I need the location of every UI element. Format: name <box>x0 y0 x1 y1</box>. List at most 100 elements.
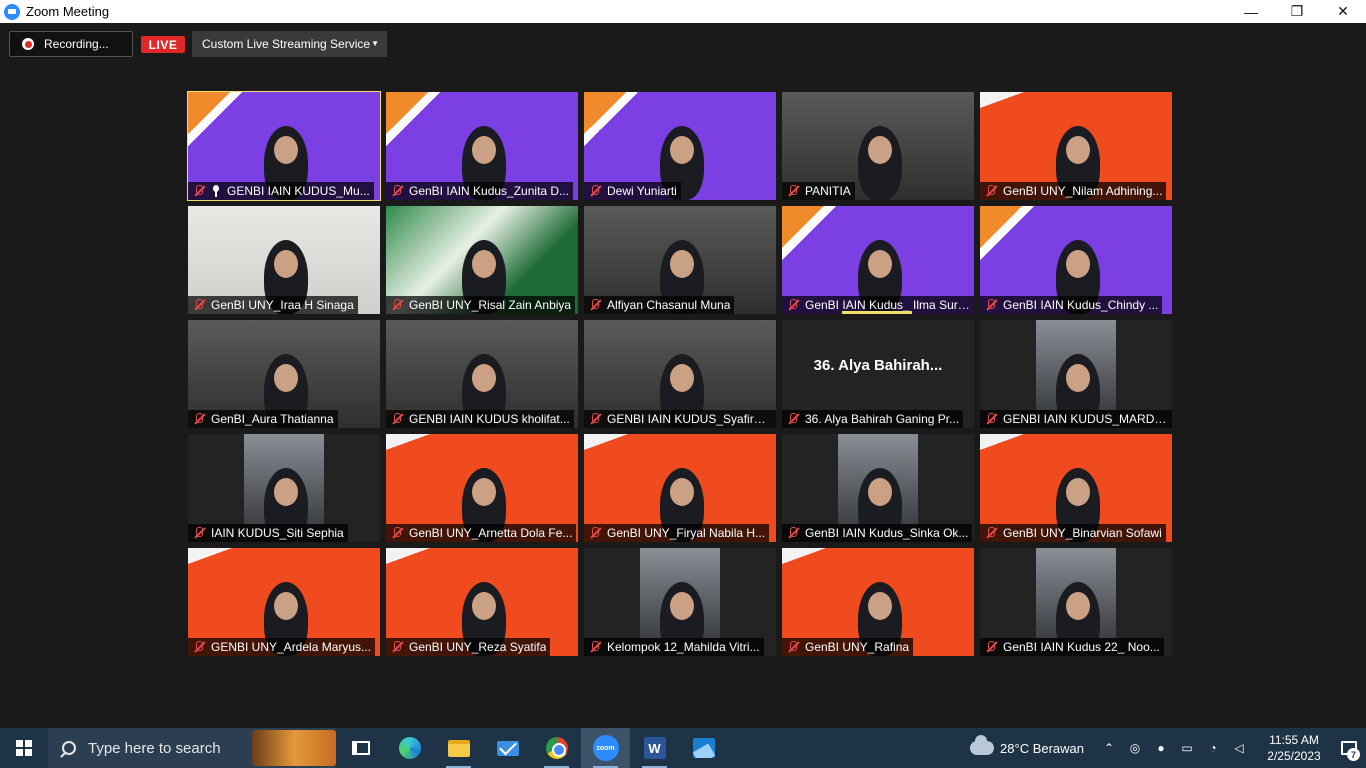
participant-name: GENBI IAIN KUDUS_Mu... <box>227 184 370 198</box>
participant-tile[interactable]: Alfiyan Chasanul Muna <box>584 206 776 314</box>
taskbar-search-box[interactable]: Type here to search <box>48 728 336 768</box>
participant-name: GenBI IAIN Kudus 22_ Noo... <box>1003 640 1160 654</box>
participant-name: IAIN KUDUS_Siti Sephia <box>211 526 344 540</box>
participant-tile[interactable]: GenBI IAIN Kudus_Zunita D... <box>386 92 578 200</box>
mic-muted-icon <box>192 641 206 653</box>
participant-name: GenBI UNY_Binarvian Sofawi <box>1003 526 1162 540</box>
participant-face <box>868 136 892 164</box>
participant-nameplate: PANITIA <box>782 182 855 200</box>
mail-icon <box>496 740 519 756</box>
participant-tile[interactable]: GENBI IAIN KUDUS kholifat... <box>386 320 578 428</box>
mic-muted-icon <box>786 413 800 425</box>
participant-name: GenBI IAIN Kudus_Sinka Ok... <box>805 526 969 540</box>
task-view-button[interactable] <box>336 728 385 768</box>
participant-name: GenBI_Aura Thatianna <box>211 412 334 426</box>
participant-nameplate: GenBI UNY_Rafina <box>782 638 914 656</box>
gallery-view: GENBI IAIN KUDUS_Mu... GenBI IAIN Kudus_Z… <box>187 91 1178 658</box>
caret-down-icon: ▼ <box>371 39 379 48</box>
zoom-icon: zoom <box>592 735 619 761</box>
participant-tile[interactable]: GenBI UNY_Arnetta Dola Fe... <box>386 434 578 542</box>
participant-tile[interactable]: GENBI IAIN KUDUS_MARDL... <box>980 320 1172 428</box>
mic-muted-icon <box>984 413 998 425</box>
live-badge[interactable]: LIVE <box>141 36 185 53</box>
maximize-button[interactable]: ❐ <box>1274 0 1320 23</box>
participant-nameplate: GENBI IAIN KUDUS_Mu... <box>188 182 374 200</box>
search-placeholder: Type here to search <box>88 739 221 757</box>
participant-tile[interactable]: IAIN KUDUS_Siti Sephia <box>188 434 380 542</box>
participant-face <box>670 592 694 620</box>
participant-tile[interactable]: GenBI IAIN Kudus 22_ Noo... <box>980 548 1172 656</box>
photos-icon <box>692 738 715 758</box>
participant-tile[interactable]: Dewi Yuniarti <box>584 92 776 200</box>
mic-muted-icon <box>390 527 404 539</box>
mic-muted-icon <box>390 641 404 653</box>
chrome-app[interactable] <box>532 728 581 768</box>
search-icon <box>62 741 76 755</box>
participant-tile[interactable]: GenBI UNY_Firyal Nabila H... <box>584 434 776 542</box>
minimize-button[interactable]: — <box>1228 0 1274 23</box>
participant-tile[interactable]: GENBI UNY_Ardela Maryus... <box>188 548 380 656</box>
participant-tile[interactable]: GenBI IAIN Kudus_Sinka Ok... <box>782 434 974 542</box>
participant-tile[interactable]: 36. Alya Bahirah... 36. Alya Bahirah Gani… <box>782 320 974 428</box>
participant-face <box>472 250 496 278</box>
mail-app[interactable] <box>483 728 532 768</box>
participant-nameplate: GenBI UNY_Binarvian Sofawi <box>980 524 1166 542</box>
notification-center-button[interactable]: 7 <box>1332 728 1366 768</box>
participant-tile[interactable]: GenBI UNY_Nilam Adhining... <box>980 92 1172 200</box>
participant-face <box>868 250 892 278</box>
chrome-icon <box>545 737 568 759</box>
participant-name: GENBI IAIN KUDUS kholifat... <box>409 412 570 426</box>
participant-name: GenBI IAIN Kudus_Chindy ... <box>1003 298 1159 312</box>
live-stream-service-dropdown[interactable]: Custom Live Streaming Service ▼ <box>192 31 387 57</box>
participant-nameplate: GenBI IAIN Kudus_Sinka Ok... <box>782 524 973 542</box>
participant-tile[interactable]: GenBI UNY_Risal Zain Anbiya <box>386 206 578 314</box>
participant-tile[interactable]: GENBI IAIN KUDUS_Syafira ... <box>584 320 776 428</box>
participant-nameplate: GENBI IAIN KUDUS kholifat... <box>386 410 574 428</box>
participant-nameplate: GenBI IAIN Kudus_Zunita D... <box>386 182 574 200</box>
speaking-indicator <box>842 311 912 314</box>
zoom-app[interactable]: zoom <box>581 728 630 768</box>
edge-app[interactable] <box>385 728 434 768</box>
participant-nameplate: GenBI UNY_Nilam Adhining... <box>980 182 1167 200</box>
participant-name: GenBI IAIN Kudus_ Ilma Sururi... <box>805 298 970 312</box>
mic-muted-icon <box>588 527 602 539</box>
file-explorer-app[interactable] <box>434 728 483 768</box>
clock-date: 2/25/2023 <box>1267 749 1321 763</box>
participant-nameplate: GenBI UNY_Arnetta Dola Fe... <box>386 524 577 542</box>
participant-tile[interactable]: GenBI UNY_Binarvian Sofawi <box>980 434 1172 542</box>
participant-tile[interactable]: Kelompok 12_Mahilda Vitri... <box>584 548 776 656</box>
battery-icon[interactable]: ▭ <box>1178 740 1196 756</box>
start-button[interactable] <box>0 728 48 768</box>
clock[interactable]: 11:55 AM 2/25/2023 <box>1256 732 1332 764</box>
mic-muted-icon <box>786 299 800 311</box>
chevron-up-icon[interactable]: ⌃ <box>1100 740 1118 756</box>
weather-text[interactable]: 28°C Berawan <box>1000 741 1084 756</box>
notification-count: 7 <box>1347 748 1360 761</box>
participant-tile[interactable]: PANITIA <box>782 92 974 200</box>
participant-nameplate: GenBI UNY_Iraa H Sinaga <box>188 296 358 314</box>
camera-icon[interactable]: ◎ <box>1126 740 1144 756</box>
record-icon <box>22 38 34 50</box>
search-highlight-image <box>252 730 336 766</box>
photos-app[interactable] <box>679 728 728 768</box>
close-button[interactable]: ✕ <box>1320 0 1366 23</box>
participant-face <box>868 478 892 506</box>
participant-tile[interactable]: GenBI IAIN Kudus_Chindy ... <box>980 206 1172 314</box>
participant-tile[interactable]: GenBI UNY_Iraa H Sinaga <box>188 206 380 314</box>
word-app[interactable]: W <box>630 728 679 768</box>
microphone-icon[interactable]: ● <box>1152 740 1170 756</box>
participant-name: GENBI IAIN KUDUS_Syafira ... <box>607 412 772 426</box>
volume-icon[interactable]: ◁ <box>1230 740 1248 756</box>
participant-face <box>472 364 496 392</box>
participant-tile[interactable]: GenBI_Aura Thatianna <box>188 320 380 428</box>
participant-tile[interactable]: GENBI IAIN KUDUS_Mu... <box>187 91 381 201</box>
participant-tile[interactable]: GenBI IAIN Kudus_ Ilma Sururi... <box>782 206 974 314</box>
mic-muted-icon <box>192 185 206 197</box>
participant-tile[interactable]: GenBI UNY_Reza Syatifa <box>386 548 578 656</box>
participant-face <box>274 478 298 506</box>
participant-face <box>1066 250 1090 278</box>
recording-indicator[interactable]: Recording... <box>9 31 133 57</box>
folder-icon <box>447 739 470 757</box>
participant-tile[interactable]: GenBI UNY_Rafina <box>782 548 974 656</box>
wifi-icon[interactable]: ◔ <box>1204 740 1222 756</box>
